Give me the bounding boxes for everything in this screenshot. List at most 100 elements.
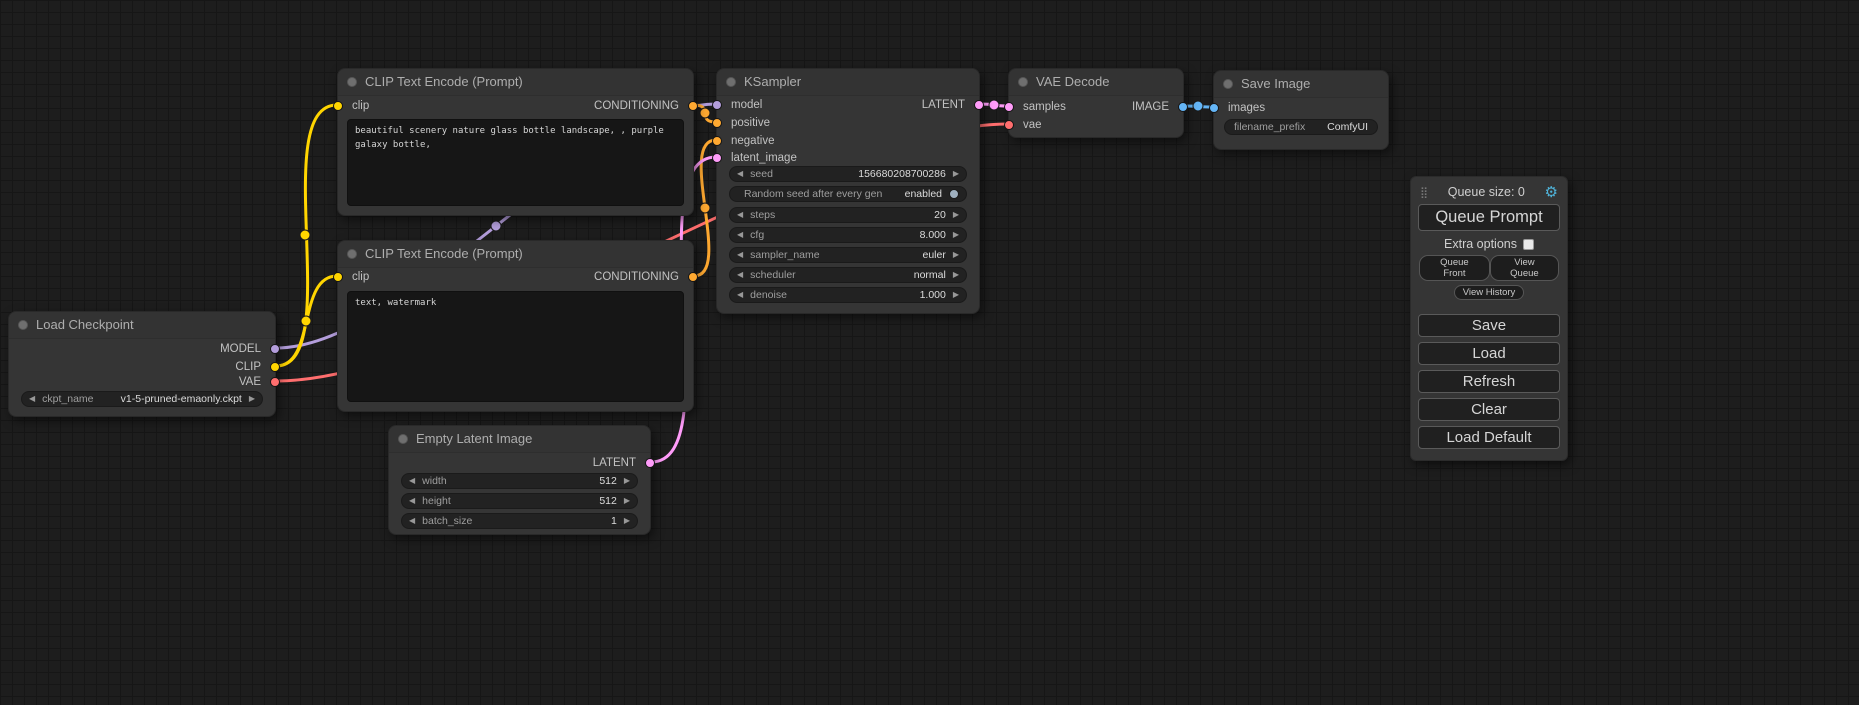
step-right-icon[interactable]: ▶ <box>953 207 959 223</box>
step-right-icon[interactable]: ▶ <box>624 473 630 489</box>
output-slot-latent[interactable] <box>974 100 984 110</box>
node-title[interactable]: KSampler <box>717 69 979 96</box>
menu-panel: ⣿ Queue size: 0 ⚙ Queue Prompt Extra opt… <box>1410 176 1568 461</box>
node-ksampler[interactable]: KSampler model positive negative latent_… <box>716 68 980 314</box>
step-left-icon[interactable]: ◀ <box>409 493 415 509</box>
extra-options-checkbox[interactable] <box>1523 239 1534 250</box>
step-right-icon[interactable]: ▶ <box>624 513 630 529</box>
negative-prompt-textarea[interactable]: text, watermark <box>347 291 684 402</box>
output-slot-image[interactable] <box>1178 102 1188 112</box>
step-right-icon[interactable]: ▶ <box>249 391 255 407</box>
clear-button[interactable]: Clear <box>1418 398 1560 421</box>
output-label-vae: VAE <box>239 374 261 390</box>
step-right-icon[interactable]: ▶ <box>953 227 959 243</box>
toggle-dot[interactable] <box>949 189 959 199</box>
step-right-icon[interactable]: ▶ <box>624 493 630 509</box>
output-slot-conditioning[interactable] <box>688 101 698 111</box>
node-title[interactable]: CLIP Text Encode (Prompt) <box>338 241 693 268</box>
collapse-dot-icon[interactable] <box>18 320 28 330</box>
view-queue-button[interactable]: View Queue <box>1490 255 1559 281</box>
queue-size-label: Queue size: 0 <box>1448 185 1525 199</box>
output-slot-vae[interactable] <box>270 377 280 387</box>
step-right-icon[interactable]: ▶ <box>953 287 959 303</box>
step-right-icon[interactable]: ▶ <box>953 247 959 263</box>
save-button[interactable]: Save <box>1418 314 1560 337</box>
graph-canvas[interactable]: Load Checkpoint MODEL CLIP VAE ◀ ckpt_na… <box>0 0 1859 705</box>
widget-width[interactable]: ◀ width 512 ▶ <box>401 473 638 489</box>
collapse-dot-icon[interactable] <box>1223 79 1233 89</box>
widget-sampler-name[interactable]: ◀ sampler_name euler ▶ <box>729 247 967 263</box>
node-title[interactable]: VAE Decode <box>1009 69 1183 96</box>
widget-steps[interactable]: ◀ steps 20 ▶ <box>729 207 967 223</box>
node-title[interactable]: CLIP Text Encode (Prompt) <box>338 69 693 96</box>
load-default-button[interactable]: Load Default <box>1418 426 1560 449</box>
input-slot-negative[interactable] <box>712 136 722 146</box>
node-empty-latent-image[interactable]: Empty Latent Image LATENT ◀ width 512 ▶ … <box>388 425 651 535</box>
step-left-icon[interactable]: ◀ <box>737 267 743 283</box>
widget-batch-size[interactable]: ◀ batch_size 1 ▶ <box>401 513 638 529</box>
widget-label: Random seed after every gen <box>744 188 882 200</box>
collapse-dot-icon[interactable] <box>1018 77 1028 87</box>
step-left-icon[interactable]: ◀ <box>737 227 743 243</box>
input-slot-model[interactable] <box>712 100 722 110</box>
node-title[interactable]: Save Image <box>1214 71 1388 98</box>
node-save-image[interactable]: Save Image images filename_prefix ComfyU… <box>1213 70 1389 150</box>
input-slot-latent-image[interactable] <box>712 153 722 163</box>
link-midpoint-dot <box>300 230 310 240</box>
widget-filename-prefix[interactable]: filename_prefix ComfyUI <box>1224 119 1378 135</box>
widget-height[interactable]: ◀ height 512 ▶ <box>401 493 638 509</box>
widget-value: 512 <box>447 475 617 487</box>
link-midpoint-dot <box>301 316 311 326</box>
view-history-button[interactable]: View History <box>1454 285 1525 300</box>
step-left-icon[interactable]: ◀ <box>737 166 743 182</box>
collapse-dot-icon[interactable] <box>398 434 408 444</box>
input-slot-clip[interactable] <box>333 272 343 282</box>
output-label-conditioning: CONDITIONING <box>594 269 679 285</box>
node-title[interactable]: Load Checkpoint <box>9 312 275 339</box>
collapse-dot-icon[interactable] <box>347 249 357 259</box>
widget-denoise[interactable]: ◀ denoise 1.000 ▶ <box>729 287 967 303</box>
input-slot-vae[interactable] <box>1004 120 1014 130</box>
output-label-image: IMAGE <box>1132 99 1169 115</box>
history-row: View History <box>1418 285 1560 300</box>
widget-label: seed <box>750 168 773 180</box>
step-left-icon[interactable]: ◀ <box>409 513 415 529</box>
widget-cfg[interactable]: ◀ cfg 8.000 ▶ <box>729 227 967 243</box>
input-slot-images[interactable] <box>1209 103 1219 113</box>
output-slot-clip[interactable] <box>270 362 280 372</box>
refresh-button[interactable]: Refresh <box>1418 370 1560 393</box>
input-slot-positive[interactable] <box>712 118 722 128</box>
output-label-model: MODEL <box>220 341 261 357</box>
node-clip-text-encode-negative[interactable]: CLIP Text Encode (Prompt) clip CONDITION… <box>337 240 694 412</box>
input-slot-samples[interactable] <box>1004 102 1014 112</box>
queue-prompt-button[interactable]: Queue Prompt <box>1418 204 1560 231</box>
widget-label: sampler_name <box>750 249 819 261</box>
output-slot-model[interactable] <box>270 344 280 354</box>
load-button[interactable]: Load <box>1418 342 1560 365</box>
node-title[interactable]: Empty Latent Image <box>389 426 650 453</box>
node-clip-text-encode-positive[interactable]: CLIP Text Encode (Prompt) clip CONDITION… <box>337 68 694 216</box>
node-load-checkpoint[interactable]: Load Checkpoint MODEL CLIP VAE ◀ ckpt_na… <box>8 311 276 417</box>
queue-front-button[interactable]: Queue Front <box>1419 255 1490 281</box>
collapse-dot-icon[interactable] <box>726 77 736 87</box>
step-left-icon[interactable]: ◀ <box>737 287 743 303</box>
step-right-icon[interactable]: ▶ <box>953 166 959 182</box>
step-left-icon[interactable]: ◀ <box>409 473 415 489</box>
widget-ckpt-name[interactable]: ◀ ckpt_name v1-5-pruned-emaonly.ckpt ▶ <box>21 391 263 407</box>
positive-prompt-textarea[interactable]: beautiful scenery nature glass bottle la… <box>347 119 684 206</box>
widget-scheduler[interactable]: ◀ scheduler normal ▶ <box>729 267 967 283</box>
widget-seed[interactable]: ◀ seed 156680208700286 ▶ <box>729 166 967 182</box>
step-left-icon[interactable]: ◀ <box>737 207 743 223</box>
output-slot-conditioning[interactable] <box>688 272 698 282</box>
collapse-dot-icon[interactable] <box>347 77 357 87</box>
step-right-icon[interactable]: ▶ <box>953 267 959 283</box>
input-label-model: model <box>731 97 762 113</box>
settings-gear-icon[interactable]: ⚙ <box>1545 185 1558 200</box>
step-left-icon[interactable]: ◀ <box>737 247 743 263</box>
widget-random-seed-toggle[interactable]: Random seed after every gen enabled <box>729 186 967 202</box>
input-slot-clip[interactable] <box>333 101 343 111</box>
step-left-icon[interactable]: ◀ <box>29 391 35 407</box>
drag-handle-icon[interactable]: ⣿ <box>1420 186 1428 199</box>
node-vae-decode[interactable]: VAE Decode samples vae IMAGE <box>1008 68 1184 138</box>
output-slot-latent[interactable] <box>645 458 655 468</box>
